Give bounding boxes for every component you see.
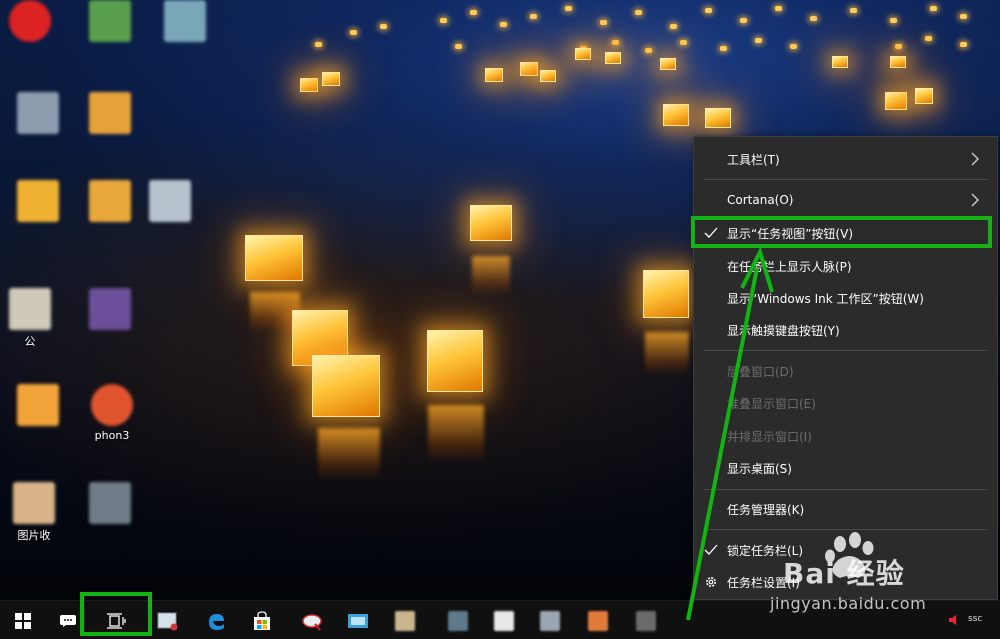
desktop-icon[interactable] bbox=[80, 482, 140, 527]
edge-icon bbox=[209, 613, 224, 630]
menu-separator bbox=[704, 350, 987, 351]
gear-icon bbox=[706, 577, 716, 587]
desktop-icon[interactable] bbox=[80, 288, 140, 333]
desktop-icon[interactable]: 公 bbox=[0, 288, 60, 349]
desktop-icon[interactable] bbox=[8, 384, 68, 429]
desktop-icon-label: phon3 bbox=[94, 429, 130, 442]
taskbar-app[interactable] bbox=[636, 611, 656, 631]
cortana-icon bbox=[60, 614, 76, 627]
desktop-icon[interactable] bbox=[140, 180, 200, 225]
app-icon bbox=[17, 384, 59, 426]
app-icon bbox=[89, 92, 131, 134]
app-icon bbox=[9, 0, 51, 42]
desktop-icon-label: 图片收 bbox=[17, 529, 51, 542]
menu-item-label: 显示桌面(S) bbox=[727, 461, 792, 476]
menu-separator bbox=[704, 529, 987, 530]
menu-item-toolbars[interactable]: 工具栏(T) bbox=[694, 143, 997, 175]
volume-icon[interactable] bbox=[948, 613, 962, 627]
desktop-icon[interactable] bbox=[80, 180, 140, 225]
taskbar-app[interactable] bbox=[494, 611, 514, 631]
app-icon bbox=[91, 384, 133, 426]
menu-item-label: 并排显示窗口(I) bbox=[727, 429, 812, 444]
menu-item-label: 显示触摸键盘按钮(Y) bbox=[727, 323, 840, 338]
app-icon bbox=[89, 180, 131, 222]
app-icon bbox=[9, 288, 51, 330]
watermark-brand: Bai 经验 bbox=[783, 557, 905, 590]
desktop-icon[interactable] bbox=[8, 180, 68, 225]
app-icon bbox=[89, 0, 131, 42]
menu-item-highlight-box bbox=[691, 216, 992, 248]
app-icon bbox=[302, 613, 322, 631]
taskbar-app-edge[interactable] bbox=[198, 601, 234, 639]
menu-item-label: Cortana(O) bbox=[727, 193, 794, 207]
menu-item-label: 任务管理器(K) bbox=[727, 502, 805, 517]
desktop-icon-label: 公 bbox=[24, 335, 36, 348]
desktop-icon[interactable] bbox=[0, 0, 60, 45]
app-icon bbox=[89, 482, 131, 524]
cortana-button[interactable] bbox=[50, 601, 86, 639]
desktop-icon[interactable]: 图片收 bbox=[4, 482, 64, 543]
menu-item-cortana[interactable]: Cortana(O) bbox=[694, 184, 997, 216]
app-icon bbox=[89, 288, 131, 330]
taskbar-app-store[interactable] bbox=[244, 601, 280, 639]
taskbar-app[interactable] bbox=[340, 601, 376, 639]
menu-item-label: 层叠窗口(D) bbox=[727, 364, 794, 379]
app-icon bbox=[17, 180, 59, 222]
menu-item-label: 堆叠显示窗口(E) bbox=[727, 396, 816, 411]
tray-label: ssc bbox=[968, 614, 983, 624]
taskbar-app[interactable] bbox=[150, 601, 186, 639]
desktop-icon[interactable] bbox=[80, 0, 140, 45]
start-button[interactable] bbox=[0, 601, 46, 639]
menu-item-label: 在任务栏上显示人脉(P) bbox=[727, 259, 852, 274]
desktop-icon[interactable] bbox=[80, 92, 140, 137]
menu-item-side-by-side-windows: 并排显示窗口(I) bbox=[694, 420, 997, 452]
app-icon bbox=[348, 613, 368, 628]
taskbar-app[interactable] bbox=[448, 611, 468, 631]
app-icon bbox=[157, 612, 178, 630]
chevron-right-icon bbox=[971, 152, 979, 166]
windows-start-icon bbox=[15, 612, 31, 629]
desktop-icon[interactable]: phon3 bbox=[82, 384, 142, 442]
taskbar-app[interactable] bbox=[588, 611, 608, 631]
task-view-button[interactable] bbox=[90, 601, 142, 639]
watermark-url: jingyan.baidu.com bbox=[770, 594, 927, 613]
menu-item-show-desktop[interactable]: 显示桌面(S) bbox=[694, 452, 997, 484]
menu-separator bbox=[704, 179, 987, 180]
desktop-icon[interactable] bbox=[155, 0, 215, 45]
store-icon bbox=[254, 610, 270, 630]
app-icon bbox=[17, 92, 59, 134]
app-icon bbox=[149, 180, 191, 222]
app-icon bbox=[164, 0, 206, 42]
app-icon bbox=[13, 482, 55, 524]
menu-item-show-touch-keyboard[interactable]: 显示触摸键盘按钮(Y) bbox=[694, 314, 997, 346]
taskbar-context-menu: 工具栏(T) Cortana(O) 显示“任务视图”按钮(V) 在任务栏上显示人… bbox=[693, 136, 998, 600]
taskbar-app[interactable] bbox=[395, 611, 415, 631]
desktop-icon[interactable] bbox=[8, 92, 68, 137]
menu-item-show-windows-ink[interactable]: 显示“Windows Ink 工作区”按钮(W) bbox=[694, 282, 997, 314]
menu-item-cascade-windows: 层叠窗口(D) bbox=[694, 355, 997, 387]
checkmark-icon bbox=[704, 544, 718, 555]
menu-item-stack-windows: 堆叠显示窗口(E) bbox=[694, 387, 997, 419]
chevron-right-icon bbox=[971, 193, 979, 207]
taskbar-app[interactable] bbox=[540, 611, 560, 631]
menu-item-show-people[interactable]: 在任务栏上显示人脉(P) bbox=[694, 250, 997, 282]
taskbar-app[interactable] bbox=[294, 601, 330, 639]
menu-item-label: 显示“Windows Ink 工作区”按钮(W) bbox=[727, 291, 924, 306]
task-view-icon bbox=[107, 612, 126, 629]
menu-separator bbox=[704, 489, 987, 490]
menu-item-task-manager[interactable]: 任务管理器(K) bbox=[694, 493, 997, 525]
menu-item-label: 工具栏(T) bbox=[727, 152, 780, 167]
